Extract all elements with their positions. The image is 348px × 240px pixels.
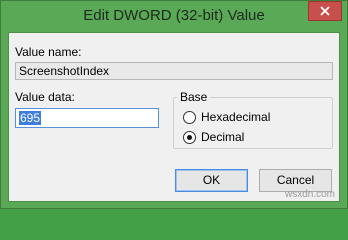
hexadecimal-radio[interactable]: Hexadecimal <box>183 110 270 124</box>
value-data-label: Value data: <box>15 90 75 104</box>
decimal-radio-circle[interactable] <box>183 130 196 144</box>
close-icon <box>320 6 330 16</box>
close-button[interactable] <box>308 1 342 21</box>
watermark: wsxdn.com <box>284 189 335 200</box>
ok-button[interactable]: OK <box>175 169 248 192</box>
value-name-field: ScreenshotIndex <box>15 62 333 80</box>
value-name-label: Value name: <box>15 45 82 59</box>
decimal-label: Decimal <box>201 130 245 144</box>
hexadecimal-label: Hexadecimal <box>201 110 271 124</box>
hexadecimal-radio-circle[interactable] <box>183 110 196 124</box>
title-bar[interactable]: Edit DWORD (32-bit) Value <box>1 1 347 31</box>
edit-dword-dialog: Edit DWORD (32-bit) Value Value name: Sc… <box>0 0 348 209</box>
dialog-title: Edit DWORD (32-bit) Value <box>83 7 265 24</box>
decimal-radio[interactable]: Decimal <box>183 130 244 144</box>
value-data-input[interactable]: 695 <box>15 108 159 128</box>
dialog-body: Value name: ScreenshotIndex Value data: … <box>8 32 340 202</box>
base-group-title: Base <box>177 90 211 104</box>
value-data-text: 695 <box>19 111 42 125</box>
